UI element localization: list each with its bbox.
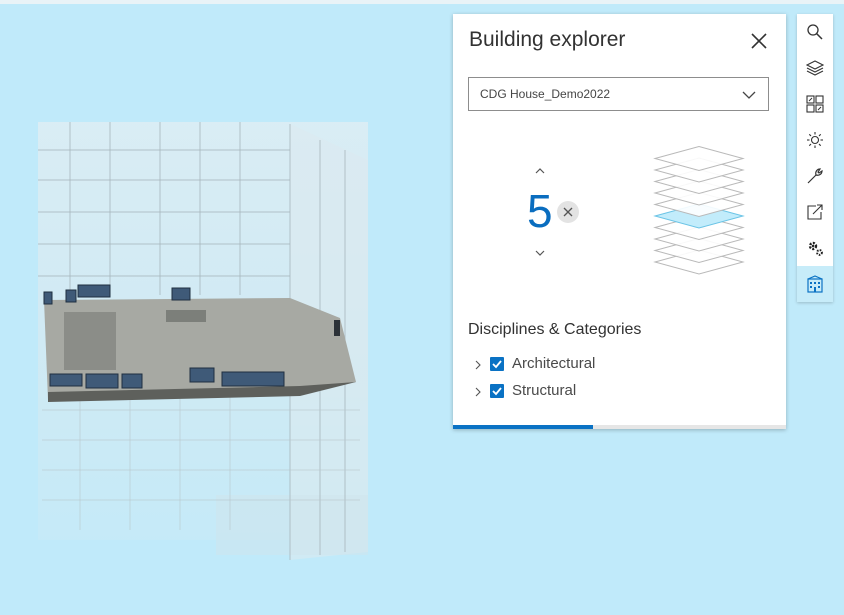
architectural-checkbox[interactable] <box>490 357 504 371</box>
wrench-icon <box>807 168 823 184</box>
daylight-icon <box>807 132 823 148</box>
tools-toolbar <box>797 14 833 302</box>
checkmark-icon <box>492 360 502 369</box>
chevron-up-icon <box>535 168 545 174</box>
gears-icon <box>808 241 823 256</box>
panel-title: Building explorer <box>469 28 626 51</box>
close-icon <box>563 207 573 217</box>
chevron-down-icon <box>742 91 756 99</box>
level-down-button[interactable] <box>533 246 547 260</box>
disciplines-heading: Disciplines & Categories <box>468 321 642 338</box>
level-up-button[interactable] <box>533 164 547 178</box>
discipline-label: Architectural <box>512 355 596 372</box>
building-icon <box>807 275 823 293</box>
basemap-gallery-icon <box>806 95 824 113</box>
measure-tool-button[interactable] <box>797 158 833 194</box>
daylight-tool-button[interactable] <box>797 122 833 158</box>
discipline-row-structural: Structural <box>473 381 773 403</box>
search-tool-button[interactable] <box>797 14 833 50</box>
layers-tool-button[interactable] <box>797 50 833 86</box>
discipline-label: Structural <box>512 382 577 399</box>
search-icon <box>807 24 823 40</box>
model-select-value: CDG House_Demo2022 <box>480 87 611 101</box>
layers-icon <box>806 60 824 76</box>
model-select[interactable]: CDG House_Demo2022 <box>468 77 769 111</box>
loading-progress-fill <box>453 425 593 429</box>
share-tool-button[interactable] <box>797 194 833 230</box>
basemap-gallery-tool-button[interactable] <box>797 86 833 122</box>
clear-level-button[interactable] <box>557 201 579 223</box>
loading-progress-bar <box>453 425 786 429</box>
settings-tool-button[interactable] <box>797 230 833 266</box>
building-explorer-panel: Building explorer CDG House_Demo2022 5 D… <box>453 14 786 429</box>
building-explorer-tool-button[interactable] <box>797 266 833 302</box>
close-icon <box>751 33 767 49</box>
share-icon <box>807 204 823 220</box>
structural-checkbox[interactable] <box>490 384 504 398</box>
chevron-right-icon[interactable] <box>473 387 483 397</box>
chevron-down-icon <box>535 250 545 256</box>
chevron-right-icon[interactable] <box>473 360 483 370</box>
level-value: 5 <box>527 185 553 237</box>
discipline-row-architectural: Architectural <box>473 354 773 376</box>
floor-level-selector[interactable] <box>653 146 745 284</box>
checkmark-icon <box>492 387 502 396</box>
close-button[interactable] <box>749 31 769 51</box>
